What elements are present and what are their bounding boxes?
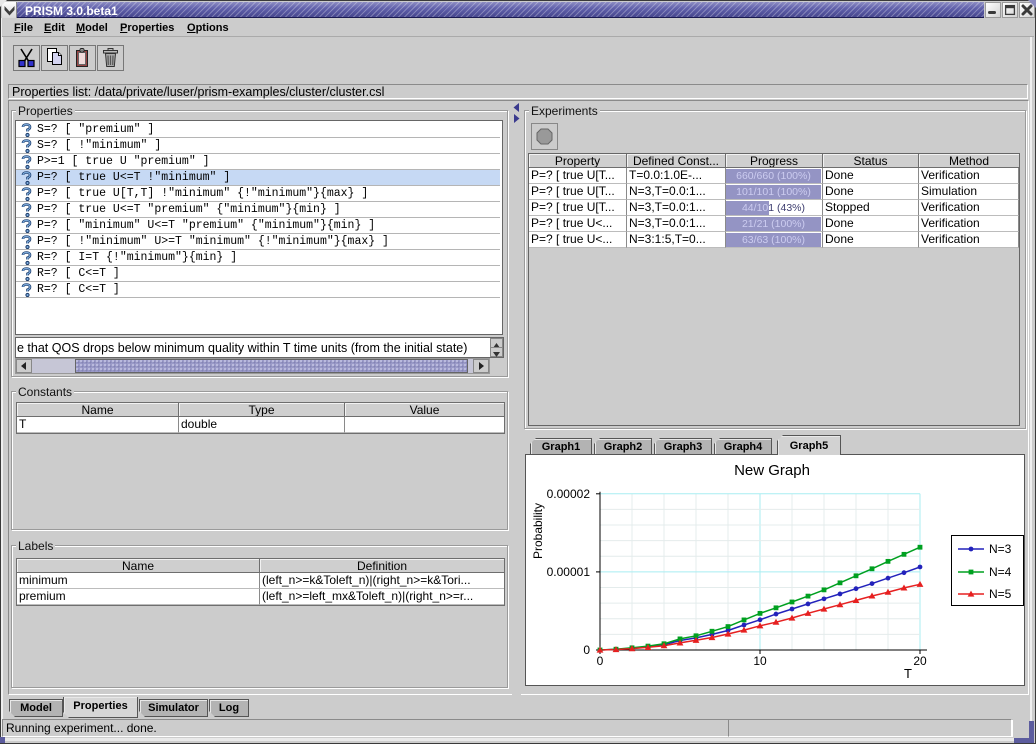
svg-text:New Graph: New Graph bbox=[734, 462, 810, 479]
svg-text:0.00002: 0.00002 bbox=[547, 487, 591, 501]
svg-text:N=5: N=5 bbox=[989, 587, 1012, 601]
svg-text:T: T bbox=[904, 666, 912, 681]
svg-text:20: 20 bbox=[913, 654, 927, 668]
svg-text:10: 10 bbox=[753, 654, 767, 668]
svg-text:N=3: N=3 bbox=[989, 542, 1012, 556]
svg-text:Probability: Probability bbox=[531, 503, 545, 559]
svg-text:0: 0 bbox=[597, 654, 604, 668]
svg-text:N=4: N=4 bbox=[989, 565, 1012, 579]
svg-text:0: 0 bbox=[583, 643, 590, 657]
svg-text:0.00001: 0.00001 bbox=[547, 565, 591, 579]
